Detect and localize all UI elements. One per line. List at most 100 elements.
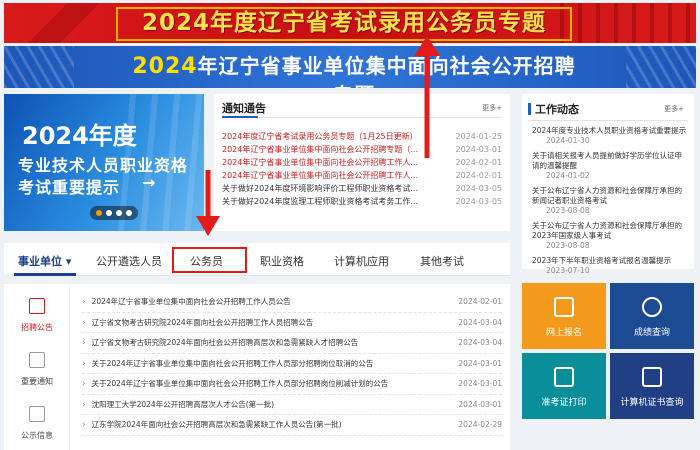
work-news-title[interactable]: 2023年下半年职业资格考试报名温馨提示 bbox=[532, 256, 687, 266]
work-news-date: 2024-01-30 bbox=[546, 136, 590, 145]
public-institution-banner-title[interactable]: 2024年辽宁省事业单位集中面向社会公开招聘专题 bbox=[124, 52, 584, 88]
heading-underline bbox=[222, 116, 258, 118]
notice-title[interactable]: 关于做好2024年度环境影响评价工程师职业资格考试... bbox=[222, 182, 432, 195]
announcement-title[interactable]: 2024年辽宁省事业单位集中面向社会公开招聘工作人员公告 bbox=[82, 292, 427, 312]
banner-title-text: 年辽宁省事业单位集中面向社会公开招聘专题 bbox=[197, 54, 576, 88]
carousel-dot[interactable] bbox=[126, 210, 132, 216]
notice-panel: 通知通告 更多+ 2024年度辽宁省考试录用公务员专题（1月25日更新） 2024… bbox=[214, 94, 510, 231]
sidebar-item-publicity[interactable]: 公示信息 bbox=[4, 406, 70, 441]
tab-other-exams[interactable]: 其他考试 bbox=[420, 253, 464, 269]
work-more-link[interactable]: 更多+ bbox=[664, 104, 684, 114]
notice-title[interactable]: 2024年度辽宁省考试录用公务员专题（1月25日更新） bbox=[222, 130, 432, 143]
announcement-date: 2024-03-01 bbox=[458, 358, 502, 368]
search-icon bbox=[642, 297, 662, 317]
announcement-section: 招聘公告 重要通知 公示信息 2024年辽宁省事业单位集中面向社会公开招聘工作人… bbox=[4, 284, 510, 450]
carousel-dot[interactable] bbox=[116, 210, 122, 216]
announcement-date: 2024-02-29 bbox=[458, 420, 502, 429]
work-news-date: 2023-08-08 bbox=[546, 241, 590, 250]
table-row[interactable]: 2024年辽宁省事业单位集中面向社会公开招聘工作人员公告 2024-02-01 bbox=[82, 292, 502, 313]
carousel-dot[interactable] bbox=[96, 210, 102, 216]
list-item[interactable]: 关于做好2024年度监理工程师职业资格考试考务工作... 2024-03-05 bbox=[222, 195, 502, 208]
online-registration-tile[interactable]: 网上报名 bbox=[522, 283, 606, 349]
list-item[interactable]: 2024年辽宁省事业单位集中面向社会公开招聘工作人... 2024-02-01 bbox=[222, 169, 502, 182]
list-item[interactable]: 2023年下半年职业资格考试报名温馨提示 2023-07-10 bbox=[532, 256, 687, 276]
tab-public-institution[interactable]: 事业单位 ▾ bbox=[18, 253, 71, 269]
banner-year: 2024 bbox=[132, 54, 198, 79]
notice-title[interactable]: 2024年辽宁省事业单位集中面向社会公开招聘专题（... bbox=[222, 143, 432, 156]
list-item[interactable]: 2024年度专业技术人员职业资格考试重要提示 2024-01-30 bbox=[532, 126, 687, 146]
banner-decoration bbox=[4, 46, 74, 88]
work-news-title[interactable]: 关于公布辽宁省人力资源和社会保障厅承担的2023年国家级人事考试 bbox=[532, 221, 687, 241]
divider bbox=[222, 117, 502, 118]
list-item[interactable]: 关于公布辽宁省人力资源和社会保障厅承担的新闻记者职业资格考试 2023-08-08 bbox=[532, 186, 687, 216]
list-item[interactable]: 2024年度辽宁省考试录用公务员专题（1月25日更新） 2024-01-25 bbox=[222, 130, 502, 143]
table-row[interactable]: 辽宁省文物考古研究院2024年面向社会公开招聘高层次和急需紧缺人才招聘公告 202… bbox=[82, 333, 502, 354]
work-news-date: 2023-08-08 bbox=[546, 206, 590, 215]
promo-headline: 专业技术人员职业资格 bbox=[18, 156, 189, 175]
table-row[interactable]: 沈阳理工大学2024年公开招聘高层次人才公告(第一批) 2024-03-01 bbox=[82, 395, 502, 415]
notice-date: 2024-03-05 bbox=[455, 184, 503, 193]
arrow-right-icon[interactable]: → bbox=[142, 173, 155, 192]
announcement-date: 2024-03-01 bbox=[458, 379, 502, 388]
tab-computer-application[interactable]: 计算机应用 bbox=[334, 253, 389, 269]
sidebar-item-label: 公示信息 bbox=[21, 431, 53, 440]
work-news-list: 2024年度专业技术人员职业资格考试重要提示 2024-01-30 关于请相关报考… bbox=[532, 126, 687, 281]
document-icon bbox=[29, 352, 45, 368]
computer-certificate-query-tile[interactable]: 计算机证书查询 bbox=[610, 353, 694, 419]
notice-list: 2024年度辽宁省考试录用公务员专题（1月25日更新） 2024-01-25 20… bbox=[222, 130, 502, 208]
list-item[interactable]: 2024年辽宁省事业单位集中面向社会公开招聘专题（... 2024-03-01 bbox=[222, 143, 502, 156]
work-news-panel: 工作动态 更多+ 2024年度专业技术人员职业资格考试重要提示 2024-01-3… bbox=[522, 94, 694, 275]
notice-title[interactable]: 关于做好2024年度监理工程师职业资格考试考务工作... bbox=[222, 195, 432, 208]
category-sidebar: 招聘公告 重要通知 公示信息 bbox=[4, 284, 70, 450]
carousel-indicators bbox=[90, 206, 138, 220]
heading-accent-bar bbox=[528, 103, 531, 115]
tab-professional-qualification[interactable]: 职业资格 bbox=[260, 253, 304, 269]
notice-date: 2024-02-01 bbox=[455, 158, 503, 167]
admission-ticket-print-tile[interactable]: 准考证打印 bbox=[522, 353, 606, 419]
notice-date: 2024-02-01 bbox=[455, 171, 503, 180]
announcement-title[interactable]: 关于2024年辽宁省事业单位集中面向社会公开招聘工作人员部分招聘岗位取消的公告 bbox=[82, 354, 427, 374]
promo-year: 2024年度 bbox=[22, 122, 137, 150]
tile-label: 准考证打印 bbox=[541, 398, 587, 408]
sidebar-item-notices[interactable]: 重要通知 bbox=[4, 352, 70, 387]
public-institution-banner[interactable]: 2024年辽宁省事业单位集中面向社会公开招聘专题 bbox=[4, 46, 696, 88]
exam-category-tabs: 事业单位 ▾ 公开遴选人员 公务员 职业资格 计算机应用 其他考试 bbox=[4, 243, 510, 276]
carousel-dot[interactable] bbox=[106, 210, 112, 216]
tile-label: 计算机证书查询 bbox=[620, 398, 684, 408]
work-news-date: 2024-01-02 bbox=[546, 171, 590, 180]
score-query-tile[interactable]: 成绩查询 bbox=[610, 283, 694, 349]
announcement-title[interactable]: 关于2024年辽宁省事业单位集中面向社会公开招聘工作人员部分招聘岗位削减计划的公… bbox=[82, 374, 427, 394]
promo-carousel[interactable]: 2024年度 专业技术人员职业资格 考试重要提示 → bbox=[4, 94, 204, 231]
table-row[interactable]: 辽东学院2024年面向社会公开招聘高层次和急需紧缺工作人员公告(第一批) 2024… bbox=[82, 415, 502, 436]
civil-servant-banner[interactable]: 2024年度辽宁省考试录用公务员专题 bbox=[4, 3, 696, 43]
notice-title[interactable]: 2024年辽宁省事业单位集中面向社会公开招聘工作人... bbox=[222, 169, 432, 182]
banner-decoration bbox=[4, 3, 124, 43]
announcement-title[interactable]: 辽宁省文物考古研究院2024年面向社会公开招聘工作人员招聘公告 bbox=[82, 313, 427, 333]
announcement-title[interactable]: 辽东学院2024年面向社会公开招聘高层次和急需紧缺工作人员公告(第一批) bbox=[82, 415, 427, 435]
sidebar-item-recruitment[interactable]: 招聘公告 bbox=[4, 298, 70, 333]
mouse-icon bbox=[642, 367, 662, 387]
table-row[interactable]: 关于2024年辽宁省事业单位集中面向社会公开招聘工作人员部分招聘岗位取消的公告 2… bbox=[82, 354, 502, 374]
table-row[interactable]: 辽宁省文物考古研究院2024年面向社会公开招聘工作人员招聘公告 2024-03-0… bbox=[82, 313, 502, 333]
clipboard-icon bbox=[29, 406, 45, 422]
notice-more-link[interactable]: 更多+ bbox=[482, 103, 502, 113]
work-news-title[interactable]: 关于请相关报考人员提前做好学历学位认证申请的温馨提醒 bbox=[532, 151, 687, 171]
tab-public-selection[interactable]: 公开遴选人员 bbox=[96, 253, 162, 269]
work-news-title[interactable]: 关于公布辽宁省人力资源和社会保障厅承担的新闻记者职业资格考试 bbox=[532, 186, 687, 206]
tile-label: 成绩查询 bbox=[633, 328, 670, 338]
table-row[interactable]: 关于2024年辽宁省事业单位集中面向社会公开招聘工作人员部分招聘岗位削减计划的公… bbox=[82, 374, 502, 395]
tile-label: 网上报名 bbox=[545, 328, 582, 338]
notice-date: 2024-03-05 bbox=[455, 197, 503, 206]
list-item[interactable]: 关于公布辽宁省人力资源和社会保障厅承担的2023年国家级人事考试 2023-08-… bbox=[532, 221, 687, 251]
announcement-title[interactable]: 沈阳理工大学2024年公开招聘高层次人才公告(第一批) bbox=[82, 395, 427, 415]
work-news-title[interactable]: 2024年度专业技术人员职业资格考试重要提示 bbox=[532, 126, 687, 136]
notice-date: 2024-03-01 bbox=[455, 145, 503, 154]
civil-servant-banner-title[interactable]: 2024年度辽宁省考试录用公务员专题 bbox=[116, 7, 572, 41]
list-item[interactable]: 关于请相关报考人员提前做好学历学位认证申请的温馨提醒 2024-01-02 bbox=[532, 151, 687, 181]
list-item[interactable]: 关于做好2024年度环境影响评价工程师职业资格考试... 2024-03-05 bbox=[222, 182, 502, 195]
sidebar-item-label: 招聘公告 bbox=[21, 323, 53, 332]
notice-title[interactable]: 2024年辽宁省事业单位集中面向社会公开招聘工作人... bbox=[222, 156, 432, 169]
announcement-title[interactable]: 辽宁省文物考古研究院2024年面向社会公开招聘高层次和急需紧缺人才招聘公告 bbox=[82, 333, 427, 353]
list-item[interactable]: 2024年辽宁省事业单位集中面向社会公开招聘工作人... 2024-02-01 bbox=[222, 156, 502, 169]
chat-bubble-icon bbox=[29, 298, 45, 314]
